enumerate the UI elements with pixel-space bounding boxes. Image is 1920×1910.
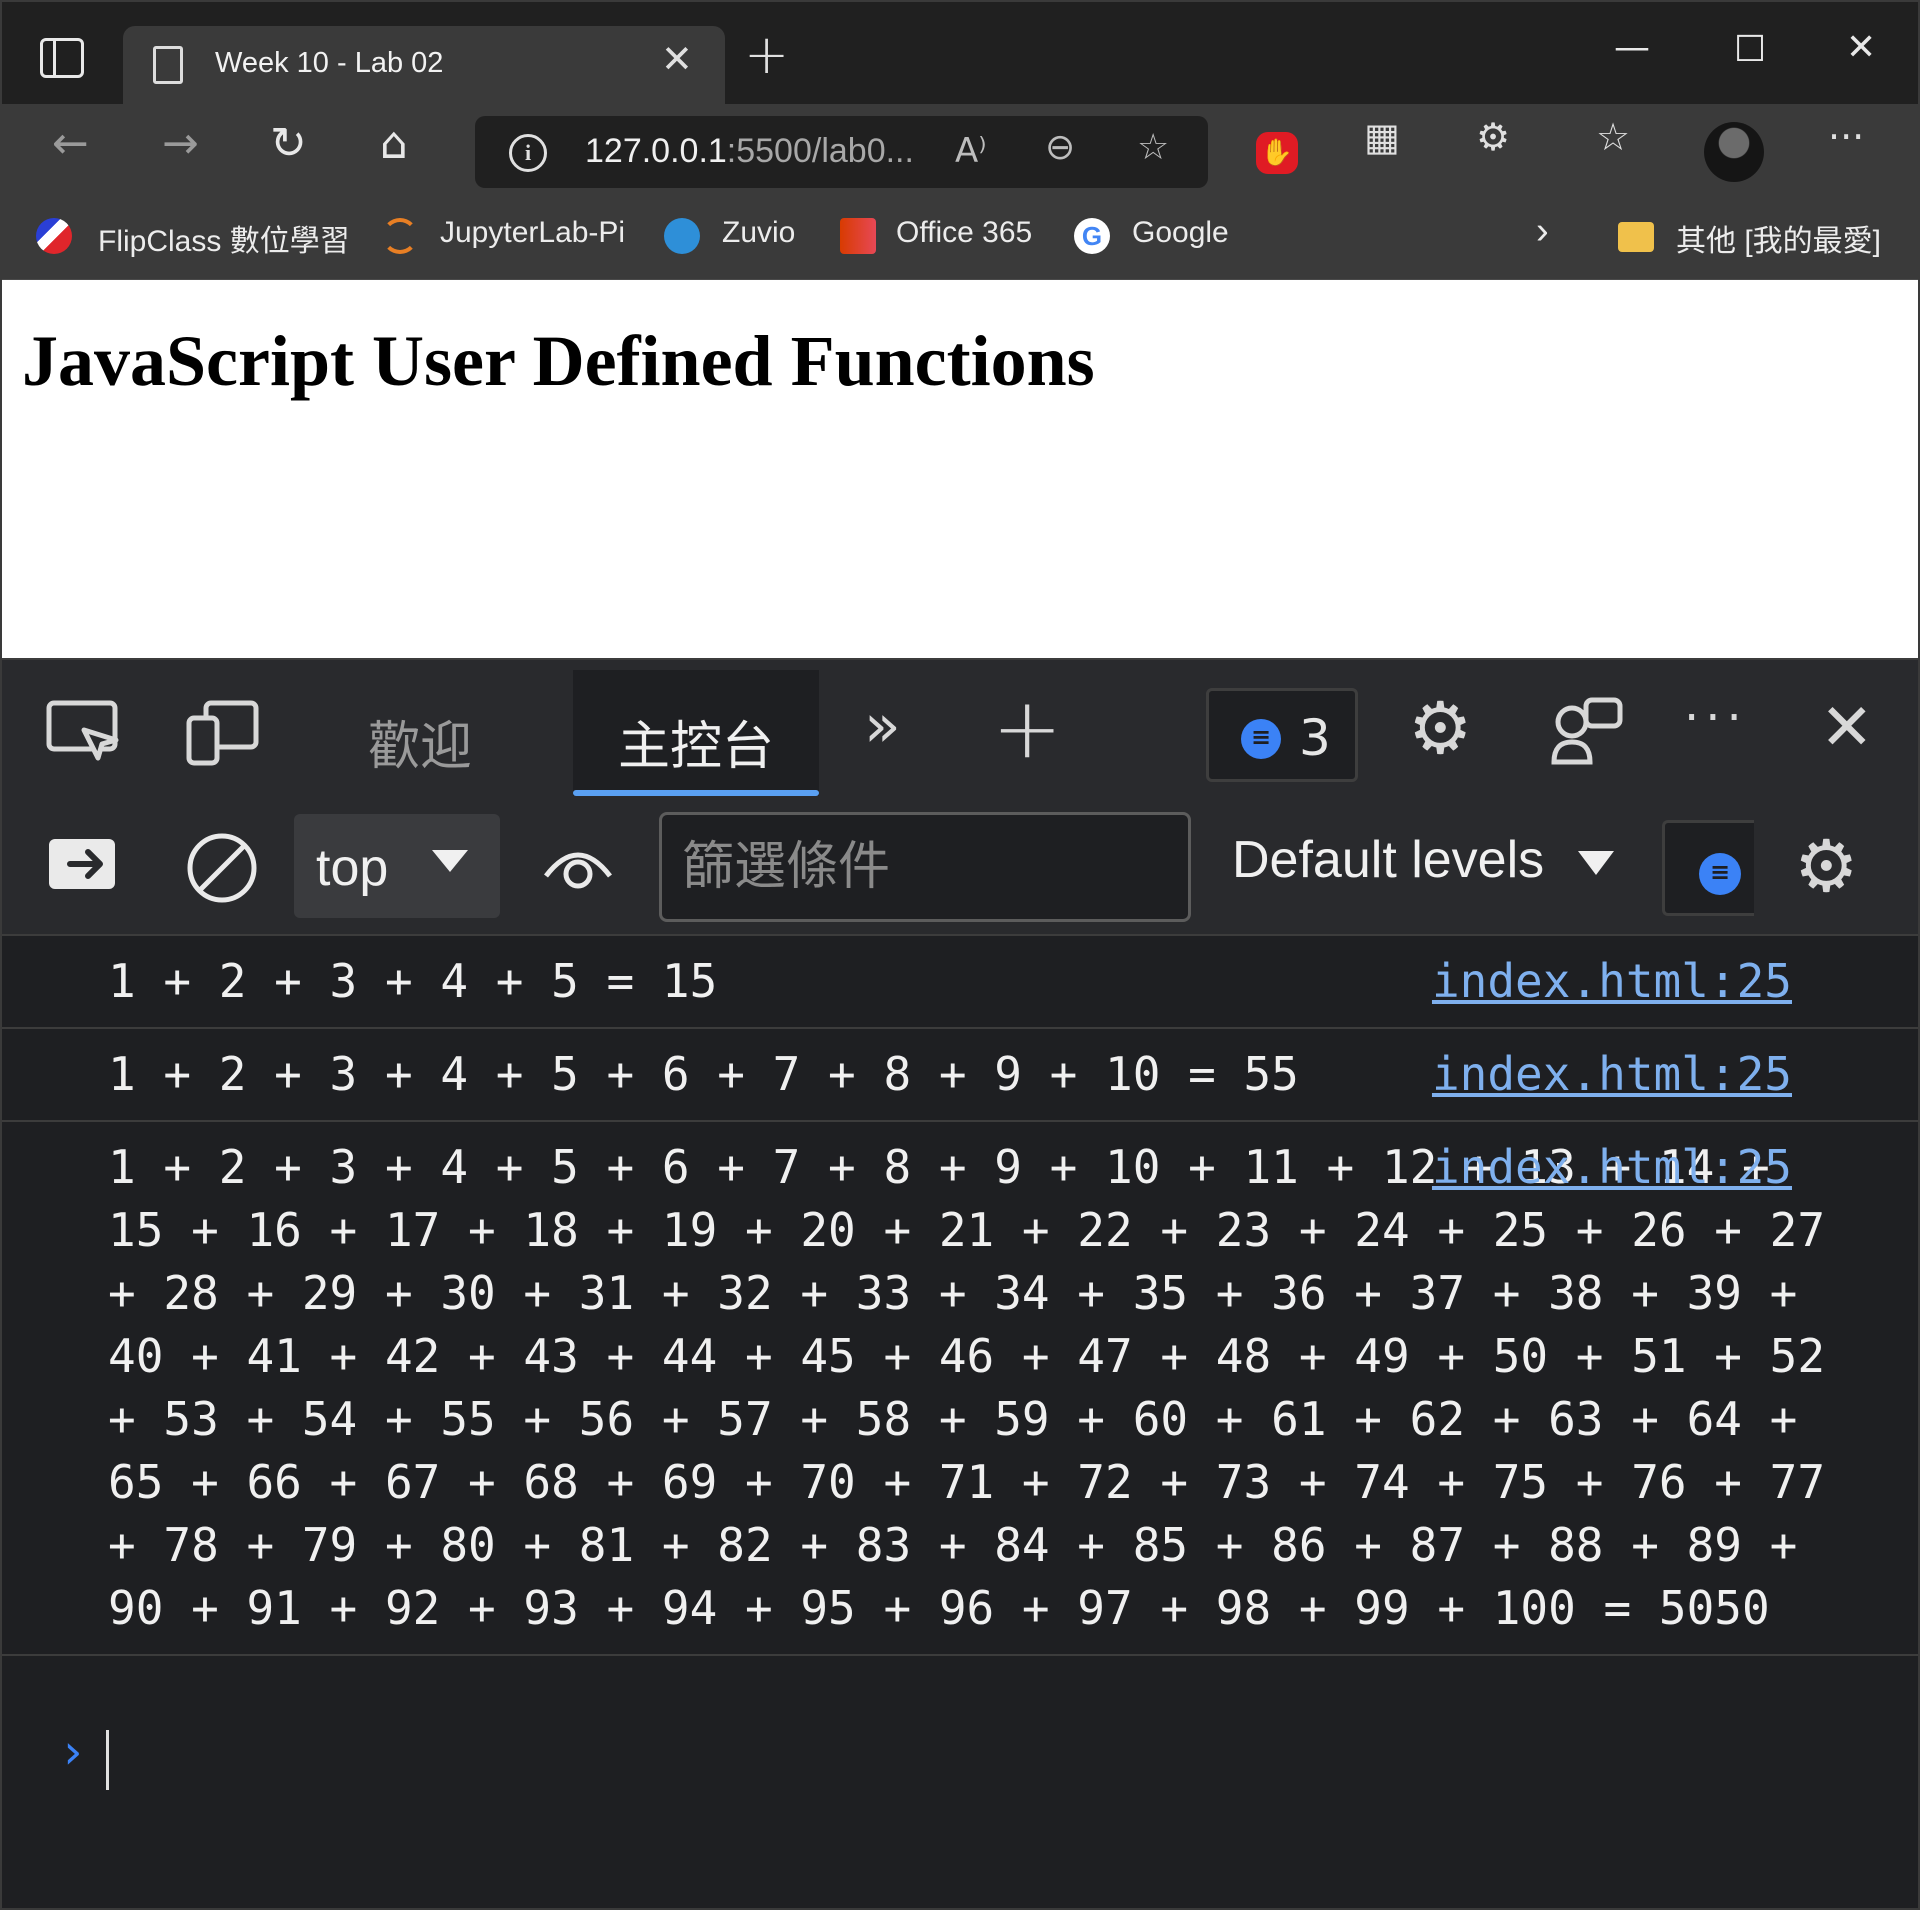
address-bar[interactable]: i 127.0.0.1:5500/lab0... A⁾ ⊖ ☆ bbox=[475, 116, 1208, 188]
feedback-icon[interactable] bbox=[1550, 696, 1624, 768]
console-message: 1 + 2 + 3 + 4 + 5 + 6 + 7 + 8 + 9 + 10 +… bbox=[2, 1122, 1918, 1656]
close-devtools-icon[interactable]: ✕ bbox=[1820, 696, 1874, 760]
message-bubble-icon: ≡ bbox=[1241, 719, 1281, 759]
source-link[interactable]: index.html:25 bbox=[1432, 1136, 1792, 1199]
profile-avatar[interactable] bbox=[1704, 122, 1764, 182]
log-levels-label: Default levels bbox=[1232, 831, 1545, 889]
page-viewport: JavaScript User Defined Functions bbox=[2, 280, 1918, 658]
context-label: top bbox=[316, 839, 389, 897]
tab-actions-icon[interactable] bbox=[40, 38, 84, 78]
more-bookmarks-chevron-icon[interactable]: › bbox=[1536, 210, 1549, 253]
browser-window: Week 10 - Lab 02 ✕ + — ☐ ✕ ← → ↻ ⌂ i 127… bbox=[0, 0, 1920, 1910]
qr-code-icon[interactable]: ▦ bbox=[1364, 118, 1400, 156]
issues-counter-button[interactable]: ≡ 3 bbox=[1206, 688, 1358, 782]
source-link[interactable]: index.html:25 bbox=[1432, 1043, 1792, 1106]
devtools-more-icon[interactable]: ··· bbox=[1684, 694, 1748, 742]
more-menu-icon[interactable]: ··· bbox=[1828, 118, 1864, 156]
close-tab-icon[interactable]: ✕ bbox=[661, 40, 693, 78]
page-heading: JavaScript User Defined Functions bbox=[22, 321, 1095, 401]
title-bar: Week 10 - Lab 02 ✕ + — ☐ ✕ bbox=[2, 2, 1918, 104]
office-icon bbox=[840, 218, 876, 254]
page-icon bbox=[153, 46, 183, 84]
zuvio-icon bbox=[664, 218, 700, 254]
inspect-element-icon[interactable] bbox=[46, 700, 120, 762]
bookmark-label: JupyterLab-Pi bbox=[440, 216, 626, 249]
filter-box[interactable] bbox=[659, 812, 1191, 922]
context-selector[interactable]: top bbox=[294, 814, 500, 918]
tab-title: Week 10 - Lab 02 bbox=[215, 47, 444, 79]
refresh-button[interactable]: ↻ bbox=[270, 122, 307, 166]
log-levels-dropdown[interactable]: Default levels bbox=[1232, 830, 1615, 890]
new-tab-button[interactable]: + bbox=[744, 28, 789, 82]
add-tab-icon[interactable]: + bbox=[992, 686, 1062, 770]
url-text[interactable]: 127.0.0.1:5500/lab0... bbox=[585, 132, 914, 171]
console-settings-icon[interactable]: ⚙ bbox=[1794, 830, 1859, 902]
tab-welcome[interactable]: 歡迎 bbox=[368, 704, 472, 779]
flipclass-icon bbox=[36, 218, 72, 254]
bookmark-label: Google bbox=[1132, 216, 1229, 249]
other-favorites-label: 其他 [我的最愛] bbox=[1676, 225, 1882, 258]
bookmarks-bar: FlipClass 數位學習 JupyterLab-Pi Zuvio Offic… bbox=[2, 196, 1918, 280]
zoom-out-icon[interactable]: ⊖ bbox=[1045, 130, 1075, 166]
tab-console[interactable]: 主控台 bbox=[618, 704, 774, 779]
more-tabs-chevron-icon[interactable]: » bbox=[864, 696, 901, 756]
active-tab-indicator bbox=[573, 790, 819, 796]
console-input-caret[interactable] bbox=[106, 1730, 109, 1790]
bookmark-label: Office 365 bbox=[896, 216, 1033, 249]
show-sidebar-icon[interactable] bbox=[46, 836, 120, 892]
maximize-button[interactable]: ☐ bbox=[1734, 32, 1766, 68]
bookmark-label: Zuvio bbox=[722, 216, 796, 249]
navigation-bar: ← → ↻ ⌂ i 127.0.0.1:5500/lab0... A⁾ ⊖ ☆ … bbox=[2, 104, 1918, 196]
message-bubble-icon: ≡ bbox=[1699, 853, 1741, 895]
folder-icon bbox=[1618, 222, 1654, 252]
google-icon: G bbox=[1074, 218, 1110, 254]
extensions-icon[interactable]: ⚙ bbox=[1476, 118, 1510, 156]
device-emulation-icon[interactable] bbox=[186, 700, 260, 766]
close-window-button[interactable]: ✕ bbox=[1846, 30, 1876, 66]
jupyter-icon bbox=[382, 218, 418, 254]
live-expression-eye-icon[interactable] bbox=[542, 842, 614, 890]
dropdown-arrow-icon bbox=[432, 850, 468, 872]
settings-gear-icon[interactable]: ⚙ bbox=[1408, 692, 1473, 764]
devtools-tab-bar: 歡迎 主控台 » + ≡ 3 ⚙ ··· ✕ bbox=[2, 658, 1918, 800]
add-favorite-icon[interactable]: ☆ bbox=[1137, 130, 1169, 166]
dropdown-arrow-icon bbox=[1578, 851, 1615, 876]
back-button[interactable]: ← bbox=[52, 122, 89, 166]
forward-button[interactable]: → bbox=[162, 122, 199, 166]
console-messages: 1 + 2 + 3 + 4 + 5 = 15 index.html:25 1 +… bbox=[2, 936, 1918, 1656]
clear-console-icon[interactable] bbox=[186, 832, 258, 904]
home-button[interactable]: ⌂ bbox=[380, 122, 408, 166]
browser-tab[interactable]: Week 10 - Lab 02 ✕ bbox=[123, 26, 725, 104]
filter-input[interactable] bbox=[682, 835, 1162, 899]
console-message: 1 + 2 + 3 + 4 + 5 = 15 index.html:25 bbox=[2, 936, 1918, 1029]
message-text: 1 + 2 + 3 + 4 + 5 + 6 + 7 + 8 + 9 + 10 +… bbox=[108, 1140, 1853, 1635]
bookmark-label: FlipClass 數位學習 bbox=[98, 225, 350, 258]
issues-count: 3 bbox=[1299, 709, 1331, 767]
minimize-button[interactable]: — bbox=[1614, 30, 1650, 66]
site-info-icon[interactable]: i bbox=[509, 134, 547, 172]
console-issues-button[interactable]: ≡ bbox=[1662, 820, 1754, 916]
console-toolbar: top Default levels ≡ ⚙ bbox=[2, 800, 1918, 936]
console-prompt-chevron-icon: › bbox=[58, 1724, 87, 1780]
adblock-extension-icon[interactable]: ✋ bbox=[1256, 132, 1298, 174]
source-link[interactable]: index.html:25 bbox=[1432, 950, 1792, 1013]
favorites-icon[interactable]: ☆ bbox=[1596, 118, 1630, 156]
console-message: 1 + 2 + 3 + 4 + 5 + 6 + 7 + 8 + 9 + 10 =… bbox=[2, 1029, 1918, 1122]
read-aloud-icon[interactable]: A⁾ bbox=[955, 134, 987, 168]
